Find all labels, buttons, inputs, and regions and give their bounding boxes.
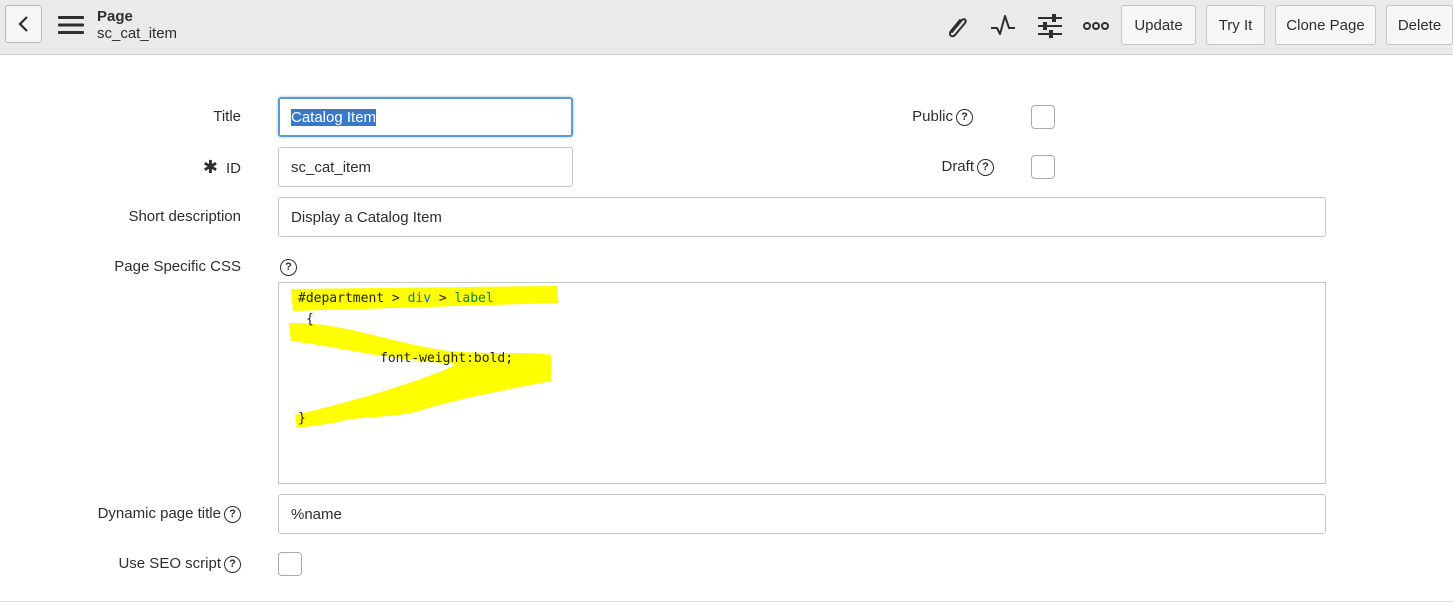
css-line-3: font-weight:bold; [380,351,514,366]
css-combinator: > [431,291,455,306]
dynamic-title-label-text: Dynamic page title [97,505,221,522]
back-button[interactable] [5,5,42,43]
more-options-icon[interactable] [1082,12,1110,40]
help-icon[interactable]: ? [977,158,994,176]
title-input-value: Catalog Item [291,108,377,126]
public-label: Public? [912,107,973,127]
record-id-subtitle: sc_cat_item [97,25,178,42]
short-description-label: Short description [128,208,241,225]
dynamic-title-label: Dynamic page title? [98,504,241,524]
try-it-button[interactable]: Try It [1206,5,1265,45]
yellow-highlight-marks [289,286,559,428]
draft-checkbox[interactable] [1031,155,1055,179]
css-selector-label: label [454,291,494,306]
css-line-4: } [298,411,306,426]
hamburger-menu-icon[interactable] [58,14,84,36]
seo-script-label-text: Use SEO script [118,555,221,572]
public-label-text: Public [912,108,953,125]
chevron-left-icon [17,16,28,32]
seo-script-label: Use SEO script? [118,554,241,574]
page-css-label: Page Specific CSS [114,258,241,275]
activity-pulse-icon[interactable] [989,12,1017,40]
record-type-title: Page [97,8,133,25]
paperclip-icon[interactable] [943,12,971,40]
help-icon[interactable]: ? [224,555,241,573]
settings-sliders-icon[interactable] [1036,12,1064,40]
public-checkbox[interactable] [1031,105,1055,129]
form-header: Page sc_cat_item Update Try It Clone Pag… [0,0,1453,55]
css-combinator: > [384,291,408,306]
draft-label: Draft? [941,157,994,177]
clone-page-button[interactable]: Clone Page [1275,5,1376,45]
title-input[interactable]: Catalog Item [278,97,573,137]
css-selector-div: div [407,291,432,306]
title-label: Title [213,108,241,125]
css-selector-id: #department [298,291,385,306]
draft-label-text: Draft [941,158,974,175]
dynamic-title-input[interactable] [278,494,1326,534]
id-input[interactable] [278,147,573,187]
id-label-text: ID [226,160,241,177]
css-line-2: { [306,312,314,327]
delete-button[interactable]: Delete [1386,5,1453,45]
short-description-input[interactable] [278,197,1326,237]
id-label: ✱ ID [203,157,241,179]
css-code-editor[interactable]: #department > div > label { font-weight:… [278,282,1326,484]
form-divider [0,601,1453,602]
update-button[interactable]: Update [1121,5,1196,45]
help-icon[interactable]: ? [280,259,297,276]
help-icon[interactable]: ? [224,505,241,523]
required-asterisk-icon: ✱ [202,157,218,177]
help-icon[interactable]: ? [956,108,973,126]
seo-script-checkbox[interactable] [278,552,302,576]
css-line-1: #department > div > label [298,291,494,306]
